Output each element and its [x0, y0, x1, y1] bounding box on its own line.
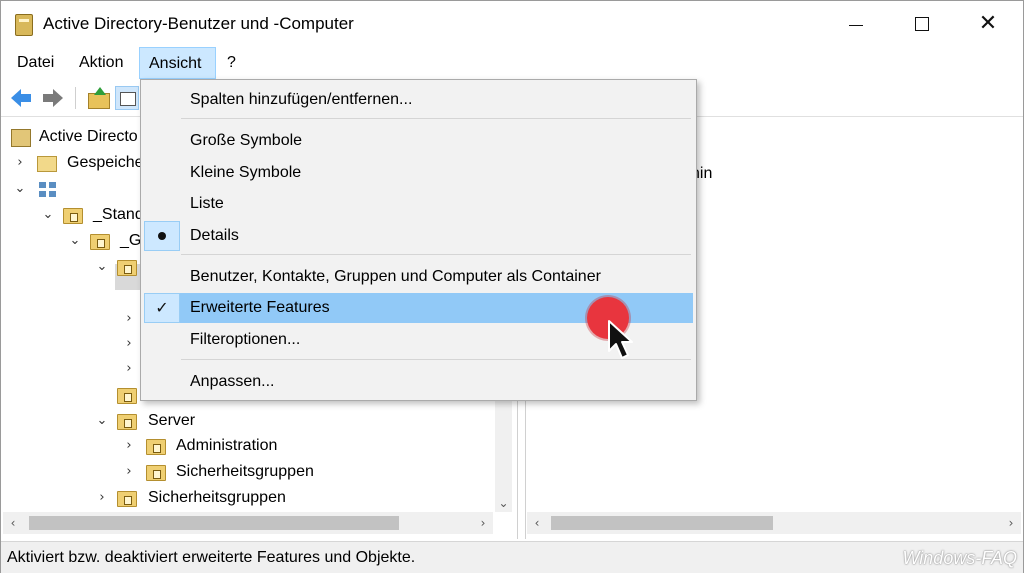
title-bar: Active Directory-Benutzer und -Computer … — [1, 1, 1023, 47]
chevron-right-icon[interactable]: › — [13, 150, 27, 176]
menu-item-liste[interactable]: Liste — [144, 189, 693, 219]
console-tree-icon[interactable] — [115, 86, 139, 110]
menu-item-anpassen[interactable]: Anpassen... — [144, 367, 693, 397]
chevron-down-icon[interactable]: ⌄ — [13, 176, 27, 202]
menu-item-kleine-symbole[interactable]: Kleine Symbole — [144, 158, 693, 188]
scroll-thumb[interactable] — [29, 516, 399, 530]
ou-folder-icon — [117, 414, 137, 430]
close-icon: ✕ — [978, 11, 998, 36]
menu-item-label: Benutzer, Kontakte, Gruppen und Computer… — [190, 268, 601, 285]
chevron-right-icon[interactable]: › — [95, 485, 109, 511]
mouse-cursor-icon — [608, 320, 633, 359]
menu-aktion[interactable]: Aktion — [70, 47, 132, 79]
scroll-left-icon[interactable]: ‹ — [527, 512, 547, 534]
chevron-down-icon[interactable]: ⌄ — [95, 408, 109, 434]
menu-separator — [181, 254, 691, 255]
chevron-right-icon[interactable]: › — [122, 356, 136, 382]
chevron-right-icon[interactable]: › — [122, 331, 136, 357]
status-text: Aktiviert bzw. deaktiviert erweiterte Fe… — [7, 549, 416, 566]
maximize-button[interactable] — [893, 1, 951, 47]
menu-item-label: Liste — [190, 195, 224, 212]
maximize-icon — [915, 17, 929, 31]
chevron-right-icon[interactable]: › — [122, 433, 136, 459]
status-bar: Aktiviert bzw. deaktiviert erweiterte Fe… — [1, 541, 1023, 573]
menu-datei[interactable]: Datei — [8, 47, 63, 79]
menu-item-label: Erweiterte Features — [190, 299, 330, 316]
radio-bullet-icon — [158, 232, 166, 240]
window-title: Active Directory-Benutzer und -Computer — [43, 14, 354, 33]
ou-folder-icon — [63, 208, 83, 224]
menu-separator — [181, 118, 691, 119]
scroll-right-icon[interactable]: › — [1001, 512, 1021, 534]
menu-ansicht[interactable]: Ansicht — [139, 47, 216, 79]
menu-item-spalten[interactable]: Spalten hinzufügen/entfernen... — [144, 85, 693, 115]
details-horizontal-scrollbar[interactable]: ‹ › — [527, 512, 1021, 534]
ou-folder-icon — [117, 491, 137, 507]
ou-folder-icon — [117, 260, 137, 276]
checkmark-icon: ✓ — [155, 298, 169, 317]
tree-item-label: _G — [120, 232, 142, 249]
forward-arrow-icon[interactable] — [41, 86, 65, 110]
active-directory-icon — [11, 129, 31, 147]
tree-item-label: Sicherheitsgruppen — [148, 489, 286, 506]
folder-up-icon[interactable] — [87, 86, 111, 110]
tree-item-label: Server — [148, 412, 196, 429]
active-directory-app-icon — [15, 14, 33, 36]
menu-item-label: Kleine Symbole — [190, 164, 302, 181]
tree-item-label: Gespeiche — [67, 154, 144, 171]
tree-item-label: Active Directo — [39, 128, 138, 145]
tree-item-label: _Stand — [93, 206, 144, 223]
ou-folder-icon — [90, 234, 110, 250]
menu-help[interactable]: ? — [218, 47, 245, 79]
close-button[interactable]: ✕ — [959, 1, 1017, 47]
chevron-down-icon[interactable]: ⌄ — [41, 202, 55, 228]
minimize-icon — [849, 25, 863, 26]
watermark: Windows-FAQ — [902, 548, 1017, 568]
menu-item-grosse-symbole[interactable]: Große Symbole — [144, 126, 693, 156]
tree-horizontal-scrollbar[interactable]: ‹ › — [3, 512, 493, 534]
scroll-down-icon[interactable]: ⌄ — [495, 495, 512, 512]
menu-item-label: Spalten hinzufügen/entfernen... — [190, 91, 413, 108]
ou-folder-icon — [146, 465, 166, 481]
tree-item-label: Sicherheitsgruppen — [176, 463, 314, 480]
menu-item-details[interactable]: Details — [144, 221, 693, 251]
folder-icon — [37, 156, 57, 172]
menu-item-label: Filteroptionen... — [190, 331, 301, 348]
back-arrow-icon[interactable] — [9, 86, 33, 110]
app-window: Active Directory-Benutzer und -Computer … — [0, 0, 1024, 573]
tree-item-label: Administration — [176, 437, 278, 454]
menu-item-container[interactable]: Benutzer, Kontakte, Gruppen und Computer… — [144, 262, 693, 292]
toolbar-separator — [75, 87, 76, 109]
scroll-right-icon[interactable]: › — [473, 512, 493, 534]
scroll-thumb[interactable] — [551, 516, 773, 530]
ou-folder-icon — [146, 439, 166, 455]
chevron-right-icon[interactable]: › — [122, 306, 136, 332]
minimize-button[interactable] — [827, 1, 885, 47]
chevron-right-icon[interactable]: › — [122, 459, 136, 485]
menu-item-label: Details — [190, 227, 239, 244]
domain-icon — [37, 180, 59, 200]
menu-item-label: Anpassen... — [190, 373, 275, 390]
menu-bar: Datei Aktion Ansicht ? — [1, 47, 1023, 79]
ou-folder-icon — [117, 388, 137, 404]
chevron-down-icon[interactable]: ⌄ — [95, 254, 109, 280]
menu-item-label: Große Symbole — [190, 132, 303, 149]
chevron-down-icon[interactable]: ⌄ — [68, 228, 82, 254]
scroll-left-icon[interactable]: ‹ — [3, 512, 23, 534]
